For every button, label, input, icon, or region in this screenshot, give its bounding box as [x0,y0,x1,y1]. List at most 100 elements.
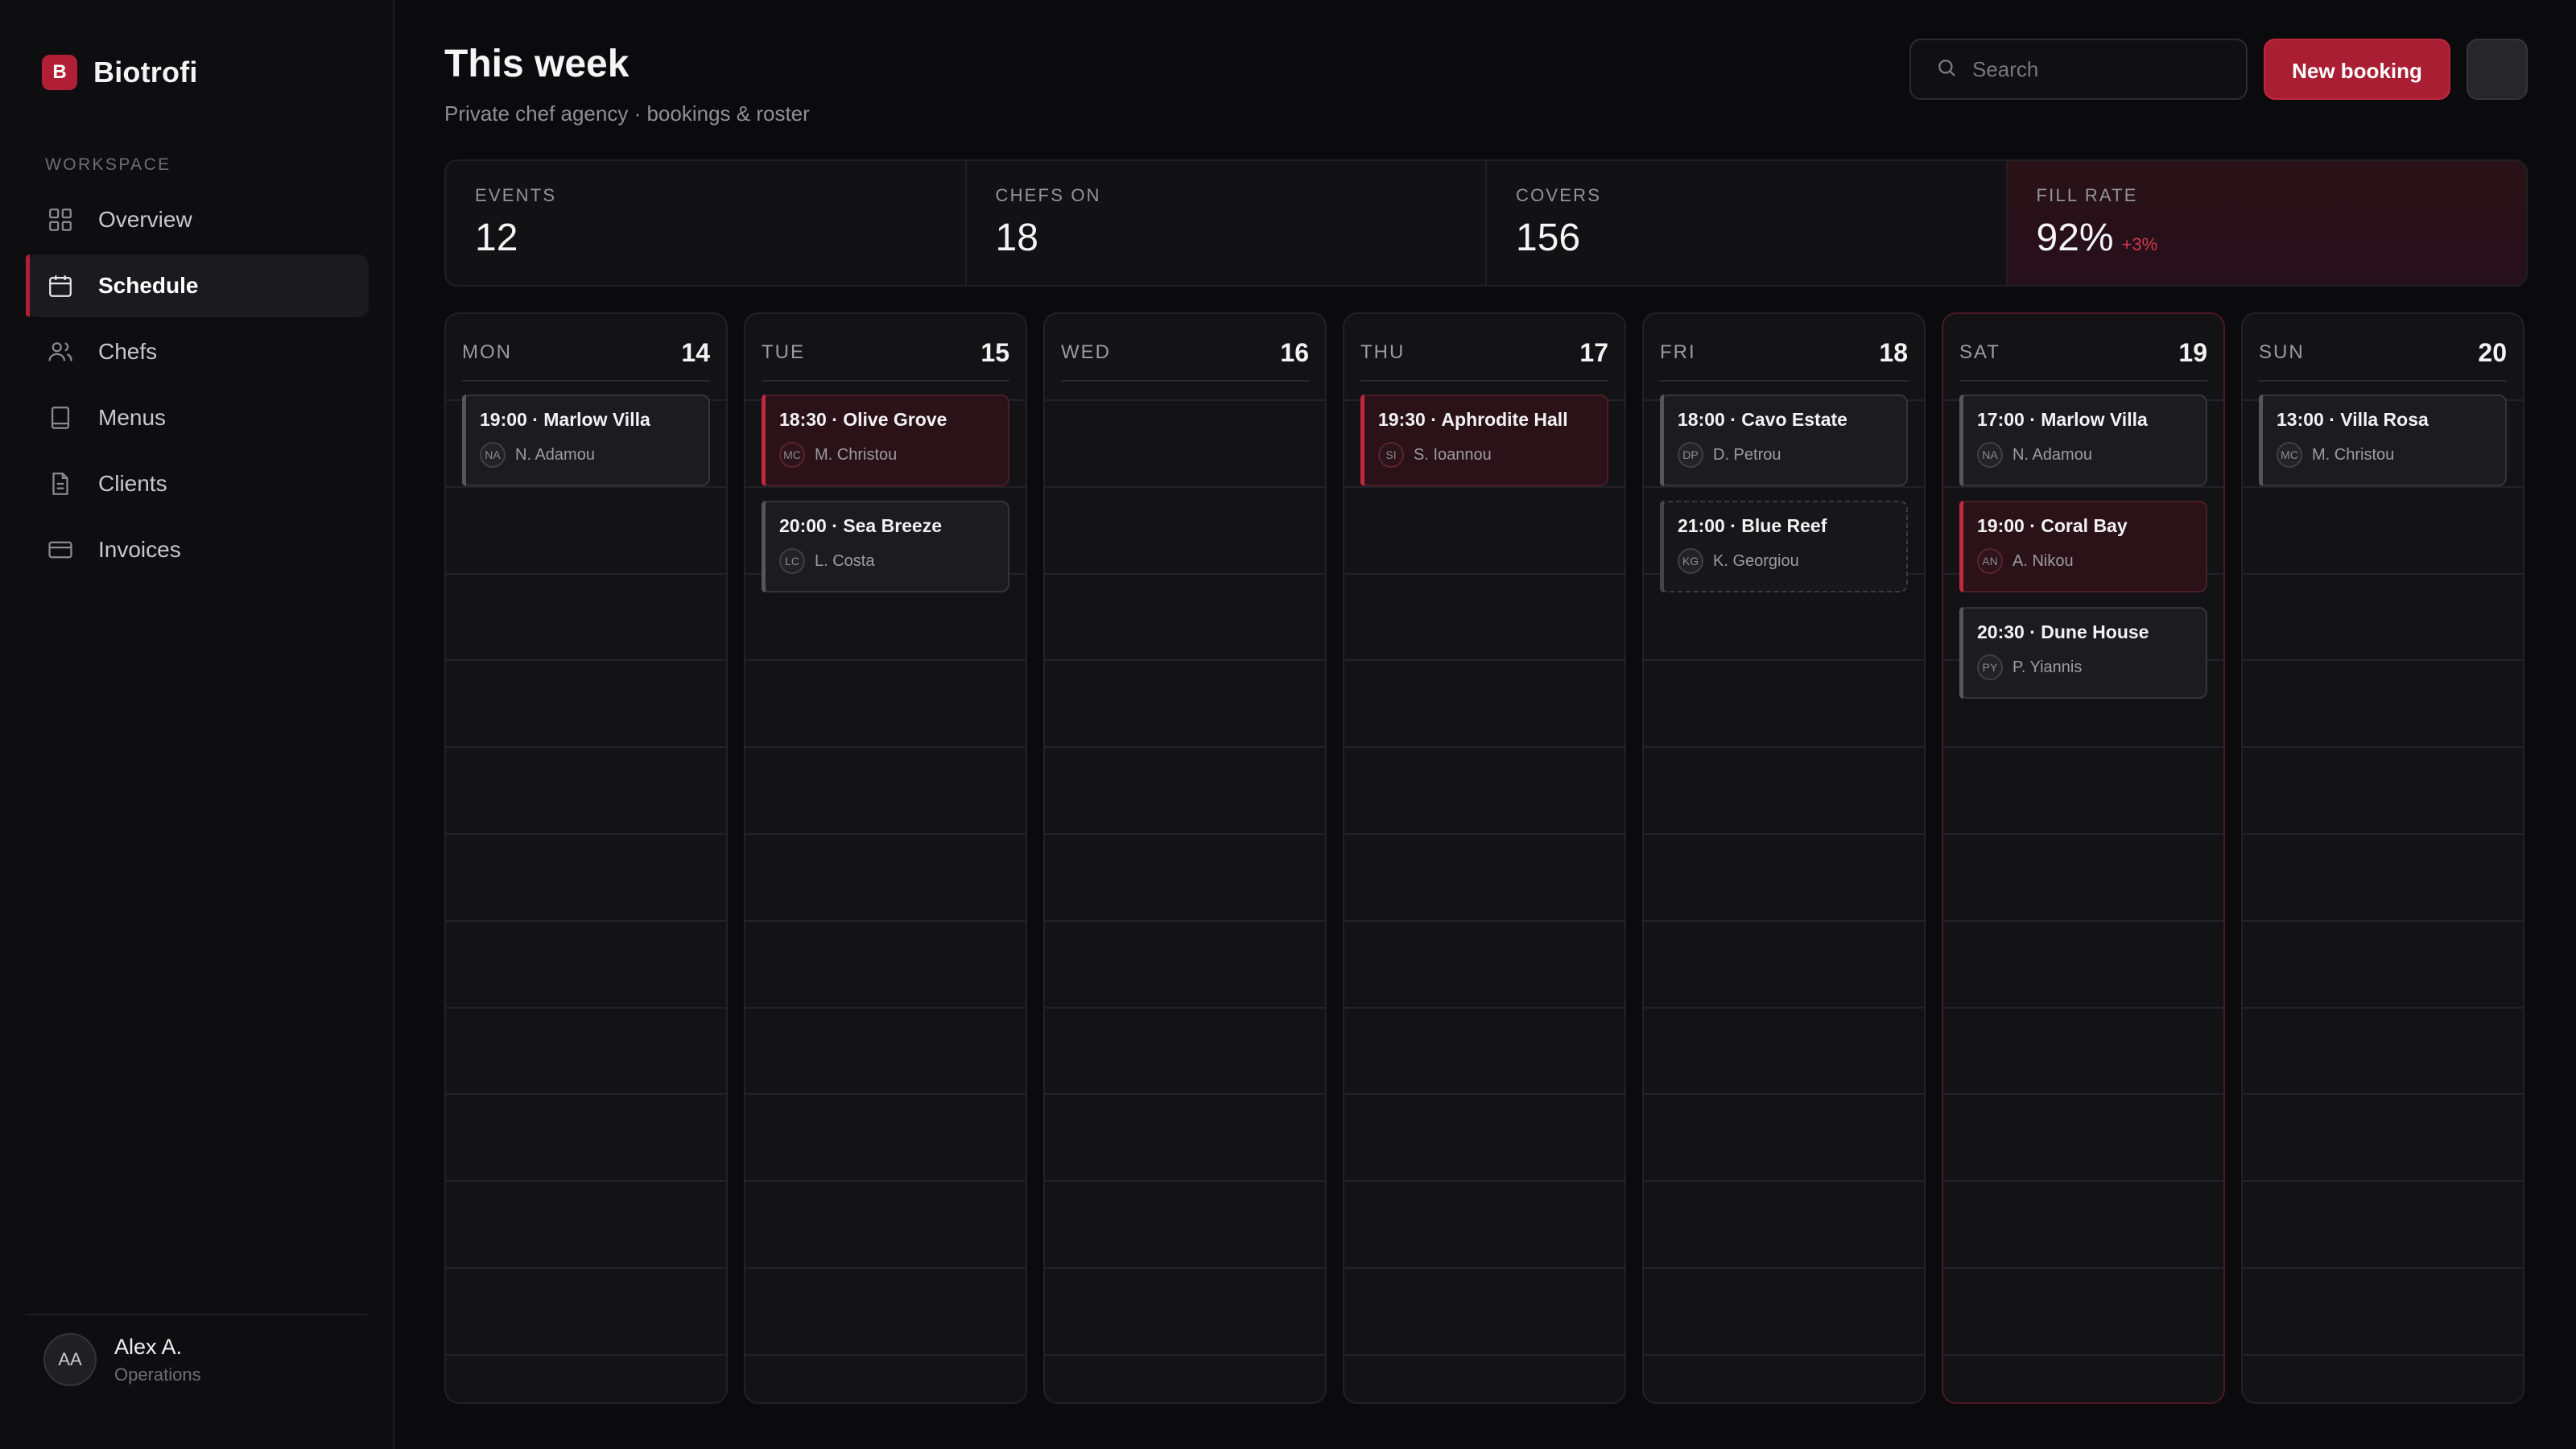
sidebar-item-invoices[interactable]: Invoices [26,518,369,581]
new-booking-button[interactable]: New booking [2264,39,2450,100]
chef-avatar: KG [1678,548,1703,574]
day-column-fri[interactable]: FRI 18 18:00 · Cavo Estate DP D. Petrou 21:00… [1642,312,1926,1404]
user-profile[interactable]: AA Alex A. Operations [43,1333,201,1386]
event-title: 18:30 · Olive Grove [779,409,947,430]
time-slot-line [1045,659,1325,662]
day-column-thu[interactable]: THU 17 19:30 · Aphrodite Hall SI S. Ioannou [1343,312,1626,1404]
chef-avatar: AN [1977,548,2003,574]
time-slot-line [2243,572,2523,575]
search-box[interactable] [1909,39,2248,100]
day-name: TUE [762,341,805,363]
event-card[interactable]: 20:30 · Dune House PY P. Yiannis [1959,607,2207,699]
event-title: 19:00 · Coral Bay [1977,515,2128,536]
chef-avatar: NA [480,442,506,468]
time-slot-line [1943,1353,2223,1356]
chef-avatar: MC [2277,442,2302,468]
time-slot-line [1045,1353,1325,1356]
event-card[interactable]: 21:00 · Blue Reef KG K. Georgiou [1660,501,1908,592]
time-slot-line [1045,1093,1325,1096]
day-column-sat[interactable]: SAT 19 17:00 · Marlow Villa NA N. Adamou 19:0… [1942,312,2225,1404]
sidebar-item-label: Schedule [98,273,199,298]
time-slot-line [1943,1093,2223,1096]
stat-value-row: 92% +3% [2037,216,2498,260]
brand[interactable]: B Biotrofi [42,55,198,90]
event-chef: NA N. Adamou [480,442,692,468]
day-column-sun[interactable]: SUN 20 13:00 · Villa Rosa MC M. Christou [2241,312,2524,1404]
time-slot-line [2243,1006,2523,1009]
event-title: 19:30 · Aphrodite Hall [1378,409,1568,430]
time-slot-line [1344,1353,1624,1356]
time-slot-line [1644,1093,1924,1096]
time-slot-line [2243,485,2523,488]
time-slot-line [1045,399,1325,401]
more-options-button[interactable] [2467,39,2528,100]
event-card[interactable]: 13:00 · Villa Rosa MC M. Christou [2259,394,2507,486]
sidebar-item-overview[interactable]: Overview [26,188,369,251]
chef-avatar: LC [779,548,805,574]
time-slot-line [2243,1353,2523,1356]
day-name: WED [1061,341,1111,363]
time-slot-line [745,1353,1026,1356]
sidebar: B Biotrofi WORKSPACE Overview Schedule C… [0,0,394,1449]
time-slot-line [1045,833,1325,835]
time-slot-line [446,833,726,835]
event-card[interactable]: 18:30 · Olive Grove MC M. Christou [762,394,1009,486]
sidebar-item-schedule[interactable]: Schedule [26,254,369,317]
search-input[interactable] [1972,56,2230,82]
calendar-icon [47,272,74,299]
day-column-mon[interactable]: MON 14 19:00 · Marlow Villa NA N. Adamou [444,312,728,1404]
day-number: 14 [681,337,710,367]
stat-delta: +3% [2121,234,2158,254]
time-slot-line [1045,1267,1325,1269]
time-slot-line [745,659,1026,662]
time-slot-line [1644,1267,1924,1269]
chef-name: P. Yiannis [2013,658,2083,676]
stat-label: COVERS [1516,185,1602,205]
day-number: 18 [1879,337,1908,367]
chef-name: A. Nikou [2013,551,2074,570]
time-slot-line [1943,1180,2223,1183]
time-slot-line [1644,833,1924,835]
time-slot-line [1644,485,1924,488]
time-slot-line [745,1093,1026,1096]
time-slot-line [745,1267,1026,1269]
time-slot-line [1344,1267,1624,1269]
sidebar-item-menus[interactable]: Menus [26,386,369,449]
sidebar-item-chefs[interactable]: Chefs [26,320,369,383]
time-slot-line [2243,1093,2523,1096]
time-slot-line [446,659,726,662]
event-title: 21:00 · Blue Reef [1678,515,1827,536]
event-title: 20:00 · Sea Breeze [779,515,943,536]
time-slot-line [446,572,726,575]
book-icon [47,404,74,431]
event-card[interactable]: 19:30 · Aphrodite Hall SI S. Ioannou [1360,394,1608,486]
time-slot-line [446,1353,726,1356]
event-card[interactable]: 17:00 · Marlow Villa NA N. Adamou [1959,394,2207,486]
time-slot-line [1344,1006,1624,1009]
day-column-wed[interactable]: WED 16 [1043,312,1327,1404]
chef-avatar: PY [1977,654,2003,680]
user-name: Alex A. [114,1334,183,1359]
event-card[interactable]: 19:00 · Marlow Villa NA N. Adamou [462,394,710,486]
sidebar-item-clients[interactable]: Clients [26,452,369,515]
time-slot-line [2243,746,2523,749]
event-card[interactable]: 19:00 · Coral Bay AN A. Nikou [1959,501,2207,592]
time-slot-line [1045,485,1325,488]
stat-covers: COVERS 156 [1487,161,2008,285]
day-column-tue[interactable]: TUE 15 18:30 · Olive Grove MC M. Christou 20:… [744,312,1027,1404]
day-header: FRI 18 [1660,314,1908,382]
time-slot-line [1943,1006,2223,1009]
time-slot-line [446,1093,726,1096]
sidebar-item-label: Overview [98,207,192,232]
stat-label: CHEFS ON [995,185,1101,205]
event-card[interactable]: 20:00 · Sea Breeze LC L. Costa [762,501,1009,592]
event-title: 18:00 · Cavo Estate [1678,409,1847,430]
event-card[interactable]: 18:00 · Cavo Estate DP D. Petrou [1660,394,1908,486]
users-icon [47,338,74,365]
brand-logo: B [42,55,77,90]
event-title: 20:30 · Dune House [1977,621,2149,642]
stat-label: EVENTS [475,185,557,205]
time-slot-line [446,485,726,488]
event-title: 13:00 · Villa Rosa [2277,409,2429,430]
user-role: Operations [114,1364,201,1385]
